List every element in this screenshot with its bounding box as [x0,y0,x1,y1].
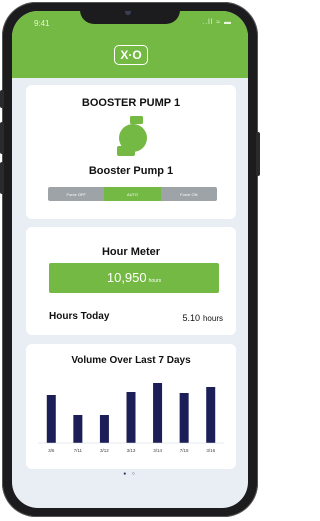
hour-meter-display: 10,950 hours [49,263,219,293]
volume-up-button [0,122,4,154]
mode-option-force-off[interactable]: Force OFF [48,187,105,201]
mode-selector[interactable]: Force OFF AUTO Force ON [48,187,217,201]
hours-today-unit: hours [202,314,223,323]
app-header: 9:41 ..ll ≈ ▬ X·O [12,11,248,78]
pump-card: BOOSTER PUMP 1 Booster Pump 1 Force OFF A… [26,85,236,219]
volume-down-button [0,162,4,194]
hours-today-value: 5.10 [182,313,200,323]
x-tick-label: 7/15 [180,448,189,453]
hour-meter-unit: hours [148,278,162,284]
hours-today-value-group: 5.10 hours [182,313,223,323]
chart-bar [179,393,189,443]
chart-bar [73,415,83,443]
volume-bar-chart: 3/6 7/11 3/12 3/13 3/14 7/15 3/16 [38,383,224,453]
hours-today-label: Hours Today [49,311,110,322]
page-title: BOOSTER PUMP 1 [81,97,181,109]
pump-icon [117,116,147,156]
camera-icon [125,11,131,15]
mode-option-auto[interactable]: AUTO [104,187,161,201]
hour-meter-title: Hour Meter [101,246,161,258]
x-tick-label: 3/14 [153,448,162,453]
mode-option-force-on[interactable]: Force ON [160,187,217,201]
volume-chart-card: Volume Over Last 7 Days 3/6 7/11 3/12 3/13 3… [26,344,236,469]
chart-bar [126,392,136,443]
hour-meter-card: Hour Meter 10,950 hours Hours Today 5.10 h… [26,227,236,335]
chart-bar [46,395,56,443]
phone-notch [80,11,180,24]
x-tick-label: 3/6 [48,448,55,453]
x-tick-label: 3/16 [206,448,215,453]
chart-bar [206,387,216,443]
power-button [256,132,260,176]
page-indicator[interactable]: ● ○ [12,471,248,477]
x-tick-label: 3/13 [127,448,136,453]
x-tick-label: 3/12 [100,448,109,453]
hour-meter-value: 10,950 [106,270,147,285]
x-tick-label: 7/11 [74,448,83,453]
mute-switch [0,90,4,108]
pump-name: Booster Pump 1 [88,165,174,177]
app-screen: 9:41 ..ll ≈ ▬ X·O BOOSTER PUMP 1 Booster… [12,11,248,508]
chart-bar [153,383,163,443]
chart-bar [99,415,109,443]
signal-wifi-battery-icon: ..ll ≈ ▬ [202,19,232,26]
status-time: 9:41 [34,19,50,28]
app-logo: X·O [114,45,148,65]
phone-frame: 9:41 ..ll ≈ ▬ X·O BOOSTER PUMP 1 Booster… [0,2,260,517]
